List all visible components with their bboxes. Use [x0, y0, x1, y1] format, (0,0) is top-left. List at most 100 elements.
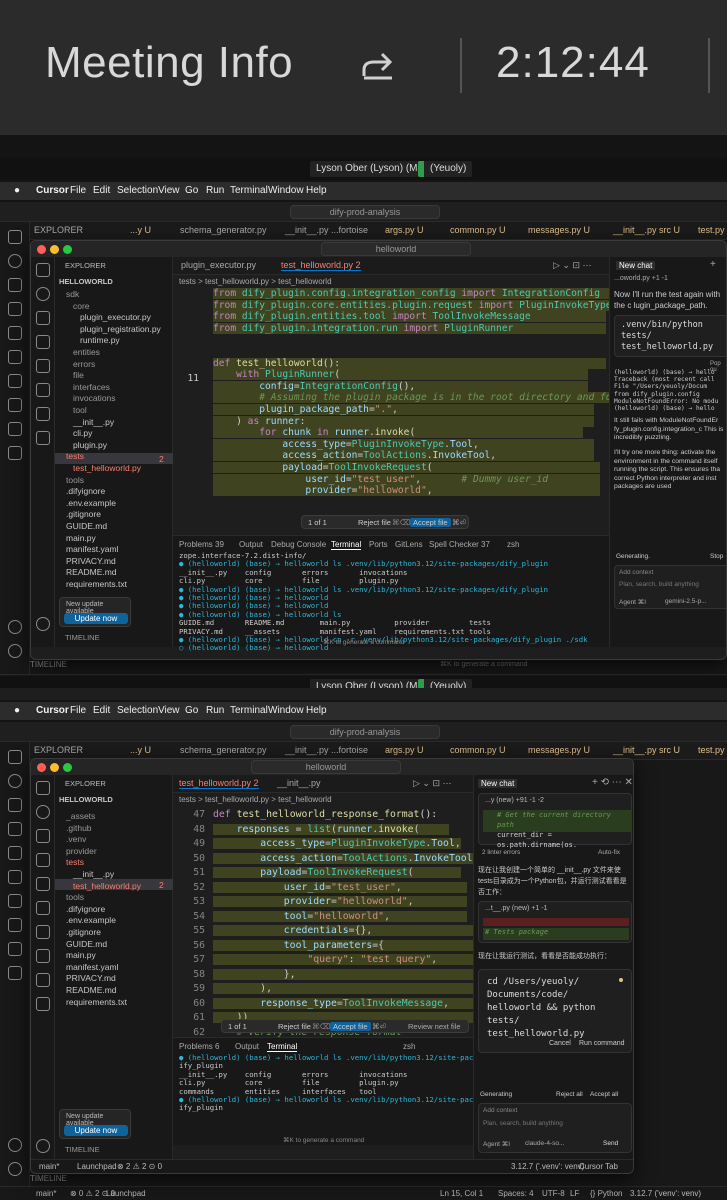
- file-tree-item[interactable]: .env.example: [66, 498, 116, 508]
- chat-tab[interactable]: New chat: [478, 779, 518, 788]
- extensions-icon[interactable]: [36, 877, 50, 891]
- chat-placeholder[interactable]: Plan, search, build anything: [619, 581, 699, 588]
- file-tree-item[interactable]: __init__.py: [73, 869, 114, 879]
- indentation[interactable]: Spaces: 4: [498, 1189, 534, 1198]
- source-control-icon[interactable]: [36, 829, 50, 843]
- menu-selection[interactable]: Selection: [117, 705, 158, 716]
- tab[interactable]: __init__.py ...fortoise: [285, 745, 368, 755]
- problem-counts[interactable]: ⊗ 2 ⚠ 2 ⊙ 0: [117, 1162, 162, 1171]
- agent-mode-selector[interactable]: Agent ⌘I: [483, 1140, 510, 1148]
- file-change-chip[interactable]: ...t__.py (new) +1 -1: [485, 905, 547, 912]
- gitlens-icon[interactable]: [36, 973, 50, 987]
- tab[interactable]: schema_generator.py: [180, 225, 267, 235]
- source-control-icon[interactable]: [8, 798, 22, 812]
- model-selector[interactable]: gemini-2.5-p...: [665, 598, 707, 605]
- new-chat-icon[interactable]: +: [710, 259, 716, 270]
- cancel-button[interactable]: Cancel: [549, 1040, 571, 1047]
- menu-edit[interactable]: Edit: [93, 185, 110, 196]
- tab-init[interactable]: __init__.py: [277, 778, 321, 788]
- linter-errors[interactable]: 2 linter errors: [482, 849, 520, 856]
- file-tree-item[interactable]: errors: [73, 359, 95, 369]
- test-icon[interactable]: [36, 901, 50, 915]
- file-tree-item[interactable]: .github: [66, 823, 92, 833]
- database-icon[interactable]: [36, 949, 50, 963]
- files-icon[interactable]: [8, 230, 22, 244]
- menu-run[interactable]: Run: [206, 185, 224, 196]
- file-tree-item[interactable]: invocations: [73, 393, 116, 403]
- menu-selection[interactable]: Selection: [117, 185, 158, 196]
- tab[interactable]: messages.py U: [528, 225, 590, 235]
- project-header[interactable]: HELLOWORLD: [59, 277, 113, 286]
- terminal-shell[interactable]: zsh: [507, 540, 519, 549]
- file-tree-item[interactable]: main.py: [66, 533, 96, 543]
- breadcrumb[interactable]: tests > test_helloworld.py > test_hellow…: [179, 277, 332, 286]
- file-tree-item[interactable]: tools: [66, 892, 84, 902]
- cursor-position[interactable]: Ln 15, Col 1: [440, 1189, 483, 1198]
- tab[interactable]: messages.py U: [528, 745, 590, 755]
- panel-tab-problems[interactable]: Problems 39: [179, 540, 224, 549]
- file-tree-item[interactable]: _assets: [66, 811, 95, 821]
- gear-icon[interactable]: [36, 1139, 50, 1153]
- file-tree-item[interactable]: runtime.py: [80, 335, 120, 345]
- outer-timeline[interactable]: TIMELINE: [30, 1174, 67, 1183]
- review-next-file-button[interactable]: Review next file: [408, 1022, 461, 1031]
- account-icon[interactable]: [8, 1138, 22, 1152]
- menu-help[interactable]: Help: [306, 185, 327, 196]
- run-debug-icon[interactable]: [8, 302, 22, 316]
- extensions-icon[interactable]: [8, 846, 22, 860]
- command-text[interactable]: cd /Users/yeuoly/ Documents/code/ hellow…: [487, 976, 613, 1041]
- panel-tab-spell-checker[interactable]: Spell Checker 37: [429, 540, 490, 549]
- chat-input-box[interactable]: Add context Plan, search, build anything…: [478, 1103, 632, 1153]
- cursor-tab-status[interactable]: Cursor Tab: [579, 1162, 618, 1171]
- diff-nav[interactable]: 1 of 1: [228, 1022, 247, 1031]
- project-header[interactable]: HELLOWORLD: [59, 795, 113, 804]
- menu-terminal[interactable]: Terminal: [230, 185, 268, 196]
- file-tree-item[interactable]: cli.py: [73, 428, 92, 438]
- file-tree-item[interactable]: .gitignore: [66, 509, 101, 519]
- interpreter[interactable]: 3.12.7 ('.venv': venv): [511, 1162, 584, 1171]
- stop-button[interactable]: Stop: [710, 553, 723, 560]
- file-tree-item[interactable]: tests: [66, 451, 84, 461]
- tab[interactable]: schema_generator.py: [180, 745, 267, 755]
- files-icon[interactable]: [36, 263, 50, 277]
- remote-icon[interactable]: [8, 894, 22, 908]
- test-icon[interactable]: [8, 870, 22, 884]
- file-tree-item[interactable]: GUIDE.md: [66, 521, 107, 531]
- branch[interactable]: main*: [39, 1162, 59, 1171]
- reject-all-button[interactable]: Reject all: [556, 1091, 583, 1098]
- branch[interactable]: main*: [36, 1189, 56, 1198]
- file-tree-item[interactable]: PRIVACY.md: [66, 556, 116, 566]
- file-tree-item[interactable]: .difyignore: [66, 486, 105, 496]
- file-tree-item[interactable]: sdk: [66, 289, 79, 299]
- reject-file-button[interactable]: Reject file: [278, 1022, 311, 1031]
- file-tree-item[interactable]: PRIVACY.md: [66, 973, 116, 983]
- docker-icon[interactable]: [8, 422, 22, 436]
- command-text[interactable]: .venv/bin/python tests/ test_helloworld.…: [621, 320, 726, 353]
- search-icon[interactable]: [36, 805, 50, 819]
- database-icon[interactable]: [36, 431, 50, 445]
- terminal-output[interactable]: ● (helloworld) (base) → helloworld ls .v…: [179, 1053, 504, 1113]
- tab[interactable]: test.py: [698, 225, 725, 235]
- menu-go[interactable]: Go: [185, 705, 198, 716]
- file-tree-item[interactable]: plugin_executor.py: [80, 312, 151, 322]
- gitlens-icon[interactable]: [8, 446, 22, 460]
- file-tree-item[interactable]: .gitignore: [66, 927, 101, 937]
- tab[interactable]: ...y U: [130, 225, 151, 235]
- model-selector[interactable]: claude-4-so...: [525, 1140, 564, 1147]
- file-tree-item[interactable]: .difyignore: [66, 904, 105, 914]
- timeline-header[interactable]: TIMELINE: [65, 1145, 100, 1154]
- files-icon[interactable]: [36, 781, 50, 795]
- file-tree-item[interactable]: requirements.txt: [66, 579, 127, 589]
- menu-help[interactable]: Help: [306, 705, 327, 716]
- diff-nav[interactable]: 1 of 1: [308, 518, 327, 527]
- menu-view[interactable]: View: [158, 705, 180, 716]
- file-tree-item[interactable]: __init__.py: [73, 417, 114, 427]
- new-chat-icon[interactable]: + ⟲ ⋯ ✕: [592, 777, 633, 788]
- tab[interactable]: __init__.py src U: [613, 225, 680, 235]
- gear-icon[interactable]: [8, 644, 22, 658]
- breadcrumb[interactable]: tests > test_helloworld.py > test_hellow…: [179, 795, 332, 804]
- add-context-button[interactable]: Add context: [619, 569, 653, 576]
- tab[interactable]: args.py U: [385, 225, 424, 235]
- extensions-icon[interactable]: [36, 359, 50, 373]
- panel-tab-ports[interactable]: Ports: [369, 540, 388, 549]
